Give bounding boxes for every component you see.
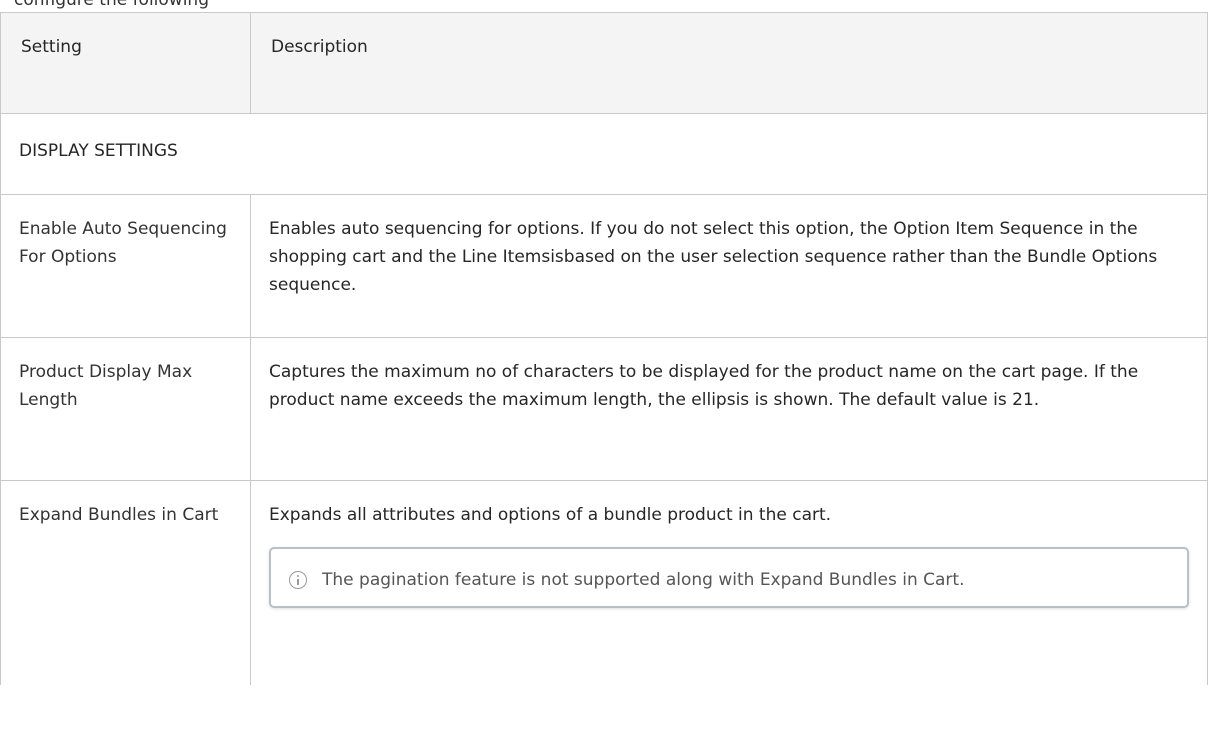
setting-description: Captures the maximum no of characters to… xyxy=(250,337,1208,481)
setting-name: Expand Bundles in Cart xyxy=(0,480,251,685)
header-setting: Setting xyxy=(0,12,251,114)
table-row: Expand Bundles in Cart Expands all attri… xyxy=(0,480,1208,685)
header-description: Description xyxy=(250,12,1208,114)
info-note: The pagination feature is not supported … xyxy=(269,547,1189,608)
setting-name: Enable Auto Sequencing For Options xyxy=(0,194,251,338)
table-header-row: Setting Description xyxy=(0,12,1208,114)
section-title: DISPLAY SETTINGS xyxy=(0,113,1208,195)
info-note-text: The pagination feature is not supported … xyxy=(322,570,965,590)
table-row: Product Display Max Length Captures the … xyxy=(0,337,1208,481)
clipped-caption: configure the following xyxy=(14,0,210,10)
table-row: Enable Auto Sequencing For Options Enabl… xyxy=(0,194,1208,338)
info-icon xyxy=(289,571,307,589)
section-row: DISPLAY SETTINGS xyxy=(0,113,1208,195)
setting-name: Product Display Max Length xyxy=(0,337,251,481)
setting-description-cell: Expands all attributes and options of a … xyxy=(250,480,1208,685)
settings-table: Setting Description DISPLAY SETTINGS Ena… xyxy=(0,12,1208,685)
setting-description: Expands all attributes and options of a … xyxy=(269,505,832,525)
setting-description: Enables auto sequencing for options. If … xyxy=(250,194,1208,338)
